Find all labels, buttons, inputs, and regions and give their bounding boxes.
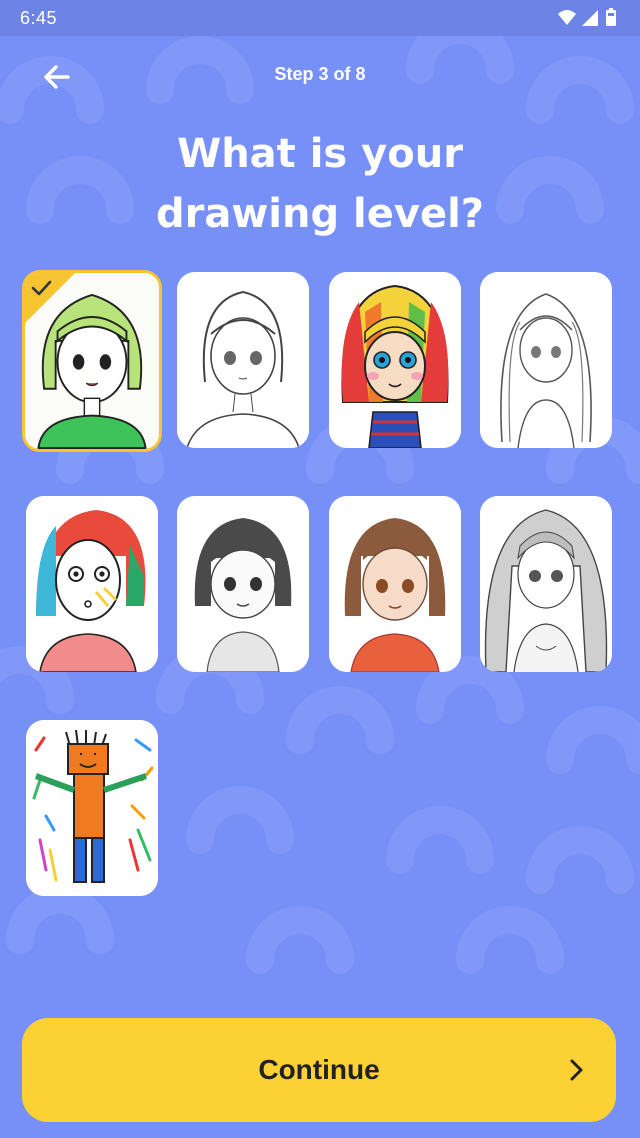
- wifi-icon: [558, 10, 576, 25]
- page-title: What is your drawing level?: [40, 124, 600, 244]
- drawing-brown-hair-child: [329, 496, 461, 672]
- drawing-sketch-short-hair: [177, 272, 309, 448]
- status-time: 6:45: [20, 8, 58, 28]
- step-indicator: Step 3 of 8: [274, 64, 366, 84]
- level-option-7[interactable]: [329, 496, 461, 672]
- continue-label: Continue: [258, 1054, 380, 1085]
- status-bar: 6:45: [0, 0, 640, 36]
- continue-button[interactable]: Continue: [22, 1018, 616, 1122]
- level-option-1[interactable]: [22, 270, 162, 452]
- title-line-1: What is your: [177, 131, 463, 177]
- title-line-2: drawing level?: [155, 191, 484, 237]
- drawing-pencil-bob-child: [177, 496, 309, 672]
- drawing-multicolor-hair-child: [26, 496, 158, 672]
- battery-icon: [606, 8, 616, 26]
- level-option-5[interactable]: [26, 496, 158, 672]
- signal-icon: [582, 10, 598, 26]
- level-option-4[interactable]: [480, 272, 612, 448]
- chevron-right-icon: [570, 1059, 583, 1081]
- selected-check-badge: [25, 273, 75, 323]
- drawing-rainbow-hair-girl: [329, 272, 461, 448]
- drawing-stick-figure: [26, 720, 158, 896]
- status-icons: [558, 8, 616, 26]
- drawing-detailed-anime-girl: [480, 496, 612, 672]
- level-option-6[interactable]: [177, 496, 309, 672]
- drawing-sketch-long-hair: [480, 272, 612, 448]
- level-option-8[interactable]: [480, 496, 612, 672]
- level-option-9[interactable]: [26, 720, 158, 896]
- header: Step 3 of 8: [0, 36, 640, 112]
- level-option-2[interactable]: [177, 272, 309, 448]
- level-option-3[interactable]: [329, 272, 461, 448]
